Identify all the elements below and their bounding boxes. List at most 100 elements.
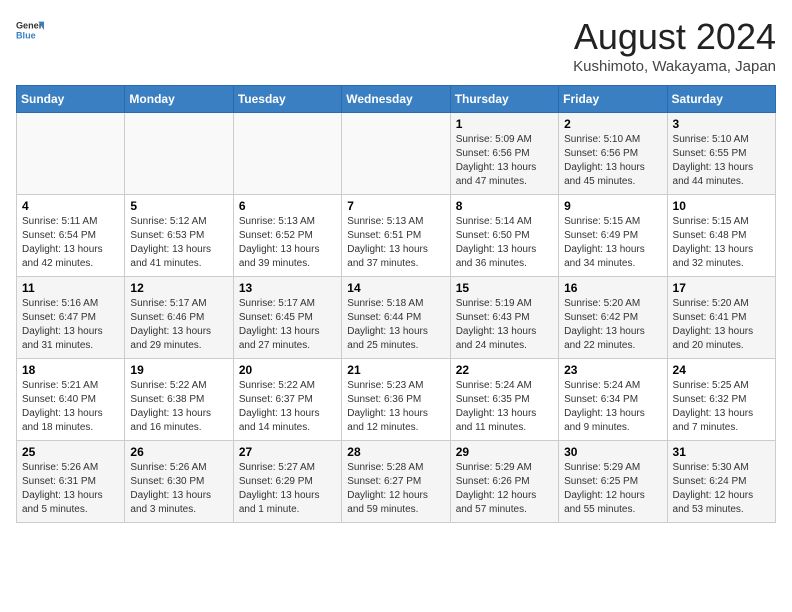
logo: General Blue bbox=[16, 16, 44, 44]
day-info: Sunrise: 5:17 AM Sunset: 6:45 PM Dayligh… bbox=[239, 297, 336, 353]
day-number: 18 bbox=[22, 363, 119, 377]
day-number: 28 bbox=[347, 445, 444, 459]
calendar-cell: 23 Sunrise: 5:24 AM Sunset: 6:34 PM Dayli… bbox=[559, 359, 667, 441]
day-info: Sunrise: 5:12 AM Sunset: 6:53 PM Dayligh… bbox=[130, 215, 227, 271]
day-number: 11 bbox=[22, 281, 119, 295]
day-number: 5 bbox=[130, 199, 227, 213]
day-number: 20 bbox=[239, 363, 336, 377]
day-number: 23 bbox=[564, 363, 661, 377]
calendar-cell: 30 Sunrise: 5:29 AM Sunset: 6:25 PM Dayli… bbox=[559, 441, 667, 523]
calendar-week-4: 18 Sunrise: 5:21 AM Sunset: 6:40 PM Dayli… bbox=[17, 359, 776, 441]
calendar-cell: 22Sunrise: 5:24 AM Sunset: 6:35 PM Dayli… bbox=[450, 359, 558, 441]
day-info: Sunrise: 5:22 AM Sunset: 6:38 PM Dayligh… bbox=[130, 379, 227, 435]
calendar-cell: 21 Sunrise: 5:23 AM Sunset: 6:36 PM Dayli… bbox=[342, 359, 450, 441]
calendar-cell: 19 Sunrise: 5:22 AM Sunset: 6:38 PM Dayli… bbox=[125, 359, 233, 441]
calendar-cell: 17Sunrise: 5:20 AM Sunset: 6:41 PM Dayli… bbox=[667, 277, 775, 359]
day-info: Sunrise: 5:23 AM Sunset: 6:36 PM Dayligh… bbox=[347, 379, 444, 435]
calendar-cell: 1 Sunrise: 5:09 AM Sunset: 6:56 PM Daylig… bbox=[450, 113, 558, 195]
calendar-cell: 27Sunrise: 5:27 AM Sunset: 6:29 PM Dayli… bbox=[233, 441, 341, 523]
day-number: 31 bbox=[673, 445, 770, 459]
calendar-cell: 15 Sunrise: 5:19 AM Sunset: 6:43 PM Dayli… bbox=[450, 277, 558, 359]
weekday-header-saturday: Saturday bbox=[667, 86, 775, 113]
day-number: 9 bbox=[564, 199, 661, 213]
day-info: Sunrise: 5:09 AM Sunset: 6:56 PM Dayligh… bbox=[456, 133, 553, 189]
title-area: August 2024 Kushimoto, Wakayama, Japan bbox=[573, 16, 776, 75]
calendar-cell: 31 Sunrise: 5:30 AM Sunset: 6:24 PM Dayli… bbox=[667, 441, 775, 523]
calendar-cell: 6Sunrise: 5:13 AM Sunset: 6:52 PM Daylig… bbox=[233, 195, 341, 277]
calendar-cell: 24 Sunrise: 5:25 AM Sunset: 6:32 PM Dayli… bbox=[667, 359, 775, 441]
calendar-table: SundayMondayTuesdayWednesdayThursdayFrid… bbox=[16, 85, 776, 523]
calendar-week-3: 11 Sunrise: 5:16 AM Sunset: 6:47 PM Dayli… bbox=[17, 277, 776, 359]
calendar-cell: 11 Sunrise: 5:16 AM Sunset: 6:47 PM Dayli… bbox=[17, 277, 125, 359]
day-info: Sunrise: 5:10 AM Sunset: 6:55 PM Dayligh… bbox=[673, 133, 770, 189]
weekday-header-wednesday: Wednesday bbox=[342, 86, 450, 113]
day-info: Sunrise: 5:28 AM Sunset: 6:27 PM Dayligh… bbox=[347, 461, 444, 517]
calendar-cell bbox=[17, 113, 125, 195]
day-info: Sunrise: 5:19 AM Sunset: 6:43 PM Dayligh… bbox=[456, 297, 553, 353]
day-number: 24 bbox=[673, 363, 770, 377]
header: General Blue August 2024 Kushimoto, Waka… bbox=[16, 16, 776, 75]
day-info: Sunrise: 5:27 AM Sunset: 6:29 PM Dayligh… bbox=[239, 461, 336, 517]
weekday-header-thursday: Thursday bbox=[450, 86, 558, 113]
day-info: Sunrise: 5:24 AM Sunset: 6:34 PM Dayligh… bbox=[564, 379, 661, 435]
day-info: Sunrise: 5:13 AM Sunset: 6:52 PM Dayligh… bbox=[239, 215, 336, 271]
day-info: Sunrise: 5:18 AM Sunset: 6:44 PM Dayligh… bbox=[347, 297, 444, 353]
calendar-cell bbox=[342, 113, 450, 195]
calendar-body: 1 Sunrise: 5:09 AM Sunset: 6:56 PM Daylig… bbox=[17, 113, 776, 523]
day-info: Sunrise: 5:30 AM Sunset: 6:24 PM Dayligh… bbox=[673, 461, 770, 517]
calendar-cell: 2Sunrise: 5:10 AM Sunset: 6:56 PM Daylig… bbox=[559, 113, 667, 195]
day-number: 3 bbox=[673, 117, 770, 131]
day-number: 25 bbox=[22, 445, 119, 459]
day-number: 10 bbox=[673, 199, 770, 213]
day-info: Sunrise: 5:29 AM Sunset: 6:26 PM Dayligh… bbox=[456, 461, 553, 517]
calendar-cell: 3 Sunrise: 5:10 AM Sunset: 6:55 PM Daylig… bbox=[667, 113, 775, 195]
day-info: Sunrise: 5:13 AM Sunset: 6:51 PM Dayligh… bbox=[347, 215, 444, 271]
calendar-cell bbox=[125, 113, 233, 195]
calendar-cell: 8 Sunrise: 5:14 AM Sunset: 6:50 PM Daylig… bbox=[450, 195, 558, 277]
page-title: August 2024 bbox=[573, 16, 776, 58]
day-number: 12 bbox=[130, 281, 227, 295]
day-number: 8 bbox=[456, 199, 553, 213]
weekday-header-monday: Monday bbox=[125, 86, 233, 113]
day-info: Sunrise: 5:16 AM Sunset: 6:47 PM Dayligh… bbox=[22, 297, 119, 353]
calendar-week-5: 25 Sunrise: 5:26 AM Sunset: 6:31 PM Dayli… bbox=[17, 441, 776, 523]
calendar-cell: 26 Sunrise: 5:26 AM Sunset: 6:30 PM Dayli… bbox=[125, 441, 233, 523]
day-number: 16 bbox=[564, 281, 661, 295]
calendar-header: SundayMondayTuesdayWednesdayThursdayFrid… bbox=[17, 86, 776, 113]
day-info: Sunrise: 5:21 AM Sunset: 6:40 PM Dayligh… bbox=[22, 379, 119, 435]
day-number: 21 bbox=[347, 363, 444, 377]
day-number: 26 bbox=[130, 445, 227, 459]
day-number: 29 bbox=[456, 445, 553, 459]
day-number: 4 bbox=[22, 199, 119, 213]
day-number: 19 bbox=[130, 363, 227, 377]
day-number: 13 bbox=[239, 281, 336, 295]
weekday-header-friday: Friday bbox=[559, 86, 667, 113]
day-info: Sunrise: 5:15 AM Sunset: 6:48 PM Dayligh… bbox=[673, 215, 770, 271]
calendar-cell: 13 Sunrise: 5:17 AM Sunset: 6:45 PM Dayli… bbox=[233, 277, 341, 359]
day-number: 7 bbox=[347, 199, 444, 213]
calendar-cell: 20Sunrise: 5:22 AM Sunset: 6:37 PM Dayli… bbox=[233, 359, 341, 441]
calendar-week-1: 1 Sunrise: 5:09 AM Sunset: 6:56 PM Daylig… bbox=[17, 113, 776, 195]
day-info: Sunrise: 5:10 AM Sunset: 6:56 PM Dayligh… bbox=[564, 133, 661, 189]
day-number: 17 bbox=[673, 281, 770, 295]
day-number: 30 bbox=[564, 445, 661, 459]
day-info: Sunrise: 5:17 AM Sunset: 6:46 PM Dayligh… bbox=[130, 297, 227, 353]
logo-icon: General Blue bbox=[16, 16, 44, 44]
day-number: 15 bbox=[456, 281, 553, 295]
calendar-cell: 28 Sunrise: 5:28 AM Sunset: 6:27 PM Dayli… bbox=[342, 441, 450, 523]
day-info: Sunrise: 5:11 AM Sunset: 6:54 PM Dayligh… bbox=[22, 215, 119, 271]
day-info: Sunrise: 5:26 AM Sunset: 6:31 PM Dayligh… bbox=[22, 461, 119, 517]
calendar-week-2: 4 Sunrise: 5:11 AM Sunset: 6:54 PM Daylig… bbox=[17, 195, 776, 277]
weekday-row: SundayMondayTuesdayWednesdayThursdayFrid… bbox=[17, 86, 776, 113]
day-number: 22 bbox=[456, 363, 553, 377]
day-info: Sunrise: 5:26 AM Sunset: 6:30 PM Dayligh… bbox=[130, 461, 227, 517]
day-info: Sunrise: 5:25 AM Sunset: 6:32 PM Dayligh… bbox=[673, 379, 770, 435]
calendar-cell: 12 Sunrise: 5:17 AM Sunset: 6:46 PM Dayli… bbox=[125, 277, 233, 359]
day-number: 1 bbox=[456, 117, 553, 131]
day-info: Sunrise: 5:14 AM Sunset: 6:50 PM Dayligh… bbox=[456, 215, 553, 271]
page-subtitle: Kushimoto, Wakayama, Japan bbox=[573, 58, 776, 75]
day-number: 14 bbox=[347, 281, 444, 295]
day-info: Sunrise: 5:29 AM Sunset: 6:25 PM Dayligh… bbox=[564, 461, 661, 517]
calendar-cell: 18 Sunrise: 5:21 AM Sunset: 6:40 PM Dayli… bbox=[17, 359, 125, 441]
calendar-cell: 14 Sunrise: 5:18 AM Sunset: 6:44 PM Dayli… bbox=[342, 277, 450, 359]
